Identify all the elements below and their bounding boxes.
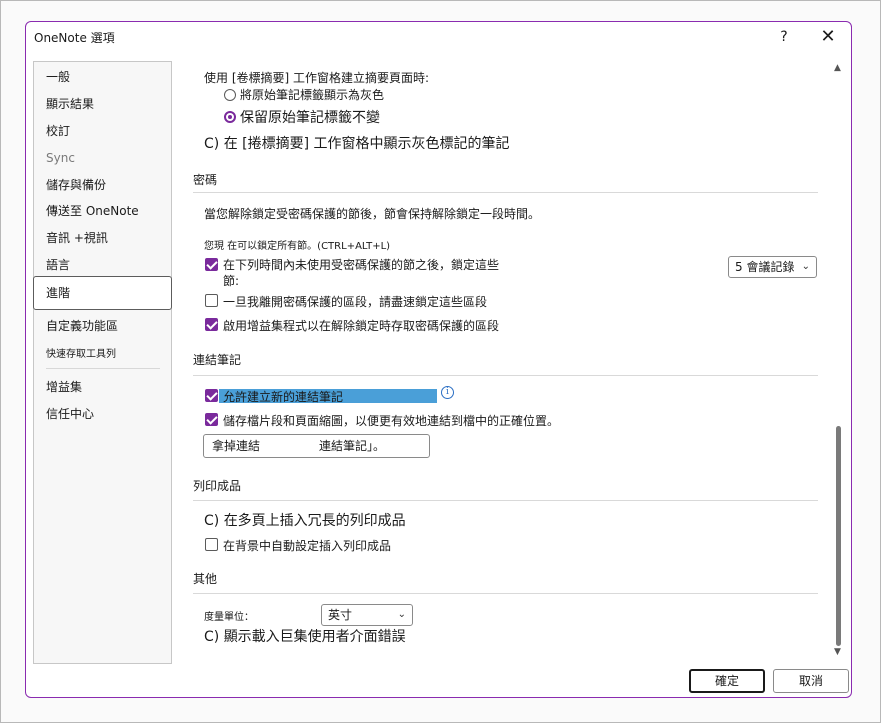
scroll-down-icon[interactable]: ▼	[834, 647, 841, 657]
sidebar-item-sync[interactable]: Sync	[34, 145, 171, 171]
help-button[interactable]: ?	[771, 26, 797, 48]
password-heading: 密碼	[193, 173, 218, 187]
insert-long-printouts-option[interactable]: C) 在多頁上插入冗長的列印成品	[204, 510, 406, 530]
info-icon[interactable]: i	[441, 386, 454, 399]
sidebar-divider	[46, 368, 160, 369]
sidebar-item-display[interactable]: 顯示結果	[34, 91, 171, 117]
linked-notes-heading: 連結筆記	[193, 353, 242, 367]
sidebar: 一般 顯示結果 校訂 Sync 儲存與備份 傳送至 OneNote 音訊 +視訊…	[33, 61, 172, 664]
lock-after-label-1: 在下列時間內未使用受密碼保護的節之後，鎖定這些	[223, 258, 500, 272]
cancel-button[interactable]: 取消	[773, 669, 849, 693]
save-snippets-checkbox[interactable]	[205, 413, 218, 426]
measurement-units-select[interactable]: 英寸 ⌄	[321, 604, 413, 626]
radio-keep-tags[interactable]	[224, 111, 236, 123]
lock-all-hint: 您現 在可以鎖定所有節。(CTRL+ALT+L)	[204, 241, 391, 252]
sidebar-item-audio-video[interactable]: 音訊 +視訊	[34, 225, 171, 251]
window-title: OneNote 選項	[34, 31, 115, 45]
title-bar: OneNote 選項 ? ✕	[26, 22, 851, 52]
allow-new-linked-checkbox[interactable]	[205, 389, 218, 402]
lock-after-select[interactable]: 5 會議記錄 ⌄	[728, 256, 817, 278]
sidebar-item-addins[interactable]: 增益集	[34, 374, 171, 400]
radio-gray-tags[interactable]	[224, 89, 236, 101]
chevron-down-icon: ⌄	[801, 261, 810, 272]
close-button[interactable]: ✕	[815, 26, 841, 48]
password-divider	[193, 192, 818, 193]
remove-links-suffix: 連結筆記」。	[319, 439, 386, 453]
measurement-units-value: 英寸	[328, 608, 353, 622]
scroll-thumb[interactable]	[836, 426, 841, 646]
chevron-down-icon: ⌄	[397, 609, 406, 620]
options-dialog: OneNote 選項 ? ✕ 一般 顯示結果 校訂 Sync 儲存與備份 傳送至…	[25, 21, 852, 698]
password-description: 當您解除鎖定受密碼保護的節後，節會保持解除鎖定一段時間。	[204, 207, 541, 221]
sidebar-item-send-to-onenote[interactable]: 傳送至 OneNote	[34, 198, 171, 224]
linked-notes-divider	[193, 375, 818, 376]
sidebar-item-language[interactable]: 語言	[34, 252, 171, 278]
addins-access-label: 啟用增益集程式以在解除鎖定時存取密碼保護的區段	[223, 319, 500, 333]
measurement-units-label: 度量單位：	[204, 612, 254, 623]
options-content: 使用 [卷標摘要] 工作窗格建立摘要頁面時: 將原始筆記標籤顯示為灰色 保留原始…	[181, 61, 831, 664]
sidebar-item-advanced[interactable]: 進階	[33, 276, 172, 310]
sidebar-item-customize-ribbon[interactable]: 自定義功能區	[34, 313, 171, 339]
scroll-up-icon[interactable]: ▲	[834, 63, 841, 73]
save-snippets-label: 儲存檔片段和頁面縮圖，以便更有效地連結到檔中的正確位置。	[223, 414, 560, 428]
show-gray-tags-option[interactable]: C) 在 [捲標摘要] 工作窗格中顯示灰色標記的筆記	[204, 133, 510, 153]
allow-new-linked-label: 允許建立新的連結筆記	[223, 390, 344, 404]
remove-links-label: 拿掉連結	[212, 439, 261, 453]
lock-after-label-2: 節:	[223, 274, 240, 288]
lock-after-checkbox[interactable]	[205, 258, 218, 271]
lock-after-value: 5 會議記錄	[735, 260, 795, 274]
printouts-heading: 列印成品	[193, 479, 242, 493]
printouts-divider	[193, 500, 818, 501]
remove-links-button[interactable]: 拿掉連結 連結筆記」。	[203, 434, 430, 458]
tags-summary-heading: 使用 [卷標摘要] 工作窗格建立摘要頁面時:	[204, 71, 430, 85]
show-addin-errors-option[interactable]: C) 顯示載入巨集使用者介面錯誤	[204, 626, 406, 646]
sidebar-item-save-backup[interactable]: 儲存與備份	[34, 172, 171, 198]
radio-keep-tags-label: 保留原始筆記標籤不變	[240, 110, 380, 126]
sidebar-item-general[interactable]: 一般	[34, 64, 171, 90]
sidebar-item-proofing[interactable]: 校訂	[34, 118, 171, 144]
vertical-scrollbar[interactable]: ▲ ▼	[831, 61, 846, 664]
other-heading: 其他	[193, 572, 218, 586]
lock-on-leave-label: 一旦我離開密碼保護的區段，請盡速鎖定這些區段	[223, 295, 488, 309]
background-printouts-label: 在背景中自動設定插入列印成品	[223, 539, 392, 553]
background-printouts-checkbox[interactable]	[205, 538, 218, 551]
other-divider	[193, 593, 818, 594]
sidebar-item-quick-access-toolbar[interactable]: 快速存取工具列	[34, 342, 171, 368]
lock-on-leave-checkbox[interactable]	[205, 294, 218, 307]
ok-button[interactable]: 確定	[689, 669, 765, 693]
radio-gray-tags-label: 將原始筆記標籤顯示為灰色	[240, 88, 385, 102]
addins-access-checkbox[interactable]	[205, 318, 218, 331]
sidebar-item-trust-center[interactable]: 信任中心	[34, 401, 171, 427]
